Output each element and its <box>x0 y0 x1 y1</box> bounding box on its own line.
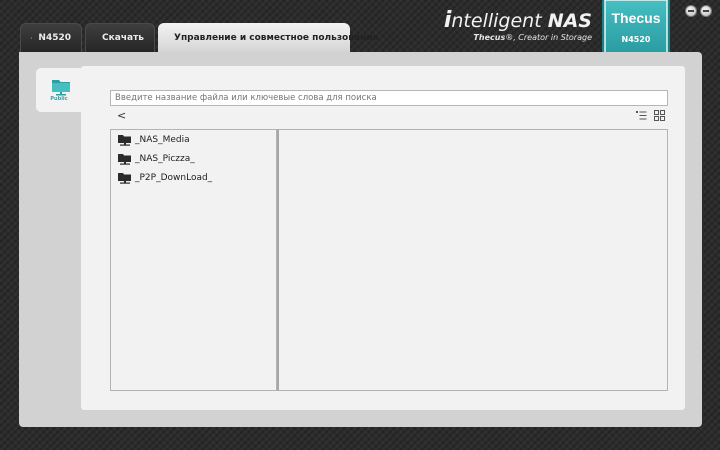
brand-tagline: Thecus®, Creator in Storage <box>473 33 592 42</box>
tab-label: Скачать <box>102 33 144 43</box>
file-list-pane <box>277 129 668 391</box>
tree-item-label: _NAS_Piczza_ <box>135 154 195 164</box>
tree-item-label: _P2P_DownLoad_ <box>135 173 213 183</box>
tab-manage-share[interactable]: Управление и совместное пользование <box>158 23 379 52</box>
share-folder-icon <box>52 80 70 96</box>
home-icon <box>31 37 33 39</box>
tree-item[interactable]: _NAS_Media <box>118 133 190 147</box>
tab-n4520[interactable]: N4520 <box>20 23 82 52</box>
share-label: Public <box>50 96 68 102</box>
intelligent-nas-logo: intelligent NAS <box>443 8 592 33</box>
network-folder-icon <box>118 172 131 184</box>
folder-tree: _NAS_Media _NAS_Piczza_ _P2P_DownLoad_ <box>110 129 277 391</box>
network-folder-icon <box>118 134 131 146</box>
tree-item[interactable]: _P2P_DownLoad_ <box>118 171 212 185</box>
back-circle-icon[interactable] <box>685 5 697 17</box>
network-folder-icon <box>118 153 131 165</box>
model-label: N4520 <box>621 35 651 44</box>
tab-label: Управление и совместное пользование <box>174 32 379 43</box>
tree-item[interactable]: _NAS_Piczza_ <box>118 152 195 166</box>
list-view-icon[interactable] <box>636 110 647 121</box>
thecus-logo: Thecus <box>611 10 661 26</box>
tab-label: N4520 <box>38 33 71 43</box>
search-input[interactable] <box>110 90 668 106</box>
grid-view-icon[interactable] <box>654 110 665 121</box>
tab-download[interactable]: Скачать <box>85 23 155 52</box>
tree-item-label: _NAS_Media <box>135 135 190 145</box>
back-button[interactable]: < <box>117 109 126 122</box>
minimize-circle-icon[interactable] <box>700 5 712 17</box>
